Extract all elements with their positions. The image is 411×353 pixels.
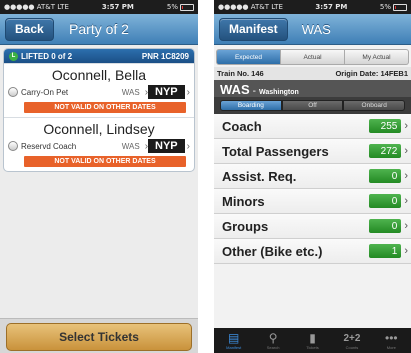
tab-tickets[interactable]: ▮ Tickets bbox=[293, 328, 332, 353]
more-icon: ••• bbox=[385, 330, 398, 345]
chevron-right-icon: › bbox=[404, 120, 408, 132]
tab-manifest[interactable]: ▤ Manifest bbox=[214, 328, 253, 353]
tab-boarding[interactable]: Boarding bbox=[220, 100, 282, 111]
stat-value-badge: 0 bbox=[369, 194, 402, 208]
tab-off[interactable]: Off bbox=[281, 100, 344, 111]
passenger-row[interactable]: Oconnell, Bella Carry-On Pet WAS › NYP ›… bbox=[4, 63, 194, 117]
warning-banner: NOT VALID ON OTHER DATES bbox=[24, 102, 186, 113]
tab-more[interactable]: ••• More bbox=[372, 328, 411, 353]
train-number: Train No. 146 bbox=[217, 69, 264, 78]
stat-row-coach[interactable]: Coach 255 › bbox=[214, 114, 411, 139]
pnr-label: PNR 1C8209 bbox=[141, 51, 189, 61]
chevron-right-icon: › bbox=[404, 245, 408, 257]
origin-date: Origin Date: 14FEB1 bbox=[335, 69, 408, 78]
warning-banner: NOT VALID ON OTHER DATES bbox=[24, 156, 186, 167]
bottom-toolbar: Select Tickets bbox=[0, 318, 198, 353]
stat-value-badge: 0 bbox=[369, 169, 402, 183]
nav-bar: Back Party of 2 bbox=[0, 14, 198, 45]
battery-icon bbox=[392, 3, 407, 11]
ticket-type: Carry-On Pet bbox=[21, 87, 69, 97]
plus-counts-icon: 2+2 bbox=[343, 332, 361, 344]
stat-value-badge: 255 bbox=[369, 119, 402, 133]
lifted-count: LIFTED 0 of 2 bbox=[21, 51, 73, 61]
train-info: Train No. 146 Origin Date: 14FEB1 bbox=[214, 67, 411, 80]
battery-percent: 5% bbox=[379, 3, 391, 11]
party-screen: ●●●●● AT&T LTE 3:57 PM 5% Back Party of … bbox=[0, 0, 198, 353]
stat-label: Groups bbox=[222, 218, 269, 234]
origin-station: WAS bbox=[121, 141, 140, 151]
chevron-right-icon: › bbox=[404, 170, 408, 182]
tab-label: Manifest bbox=[226, 344, 242, 350]
stat-value-badge: 1 bbox=[369, 244, 402, 258]
stat-label: Total Passengers bbox=[222, 143, 329, 159]
chevron-right-icon: › bbox=[404, 220, 408, 232]
chevron-right-icon: › bbox=[404, 145, 408, 157]
nav-bar: Manifest WAS bbox=[214, 14, 411, 45]
tab-expected[interactable]: Expected bbox=[216, 49, 281, 65]
card-header: L LIFTED 0 of 2 PNR 1C8209 bbox=[4, 49, 194, 63]
battery-indicator: 5% bbox=[380, 3, 407, 11]
passenger-row[interactable]: Oconnell, Lindsey Reservd Coach WAS › NY… bbox=[4, 117, 194, 171]
chevron-right-icon: › bbox=[404, 195, 408, 207]
stat-label: Other (Bike etc.) bbox=[222, 243, 323, 259]
boarding-segmented-control: Boarding Off Onboard bbox=[214, 97, 411, 114]
carrier-label: ●●●●● AT&T LTE bbox=[4, 3, 69, 11]
carrier-label: ●●●●● AT&T LTE bbox=[218, 3, 283, 11]
tab-label: Tickets bbox=[306, 344, 319, 350]
stat-label: Assist. Req. bbox=[222, 168, 297, 184]
station-code: WAS bbox=[220, 82, 250, 97]
status-bar: ●●●●● AT&T LTE 3:57 PM 5% bbox=[214, 0, 411, 14]
stat-row-other[interactable]: Other (Bike etc.) 1 › bbox=[214, 239, 411, 264]
station-name: Washington bbox=[258, 89, 299, 96]
party-card: L LIFTED 0 of 2 PNR 1C8209 Oconnell, Bel… bbox=[3, 48, 195, 172]
back-button[interactable]: Back bbox=[5, 17, 54, 41]
select-tickets-button[interactable]: Select Tickets bbox=[6, 323, 192, 351]
chevron-right-icon: › bbox=[186, 86, 190, 98]
stat-label: Coach bbox=[222, 118, 262, 134]
lifted-icon: L bbox=[9, 51, 18, 61]
tab-search[interactable]: ⚲ Search bbox=[253, 328, 292, 353]
select-radio[interactable] bbox=[8, 87, 18, 97]
tab-label: More bbox=[386, 344, 396, 350]
battery-indicator: 5% bbox=[167, 3, 194, 11]
chevron-right-icon: › bbox=[186, 140, 190, 152]
stat-row-minors[interactable]: Minors 0 › bbox=[214, 189, 411, 214]
tab-actual[interactable]: Actual bbox=[281, 49, 345, 65]
tab-bar: ▤ Manifest ⚲ Search ▮ Tickets 2+2 Counts… bbox=[214, 328, 411, 353]
tab-onboard[interactable]: Onboard bbox=[343, 100, 406, 111]
stat-value-badge: 272 bbox=[369, 144, 402, 158]
passenger-name: Oconnell, Bella bbox=[51, 67, 147, 83]
tab-label: Search bbox=[266, 344, 280, 350]
clock: 3:57 PM bbox=[101, 3, 134, 11]
station-header: WAS - Washington bbox=[214, 80, 411, 97]
stat-label: Minors bbox=[222, 193, 265, 209]
ticket-icon: ▮ bbox=[309, 330, 316, 345]
origin-station: WAS bbox=[121, 87, 140, 97]
list-icon: ▤ bbox=[228, 330, 240, 345]
status-bar: ●●●●● AT&T LTE 3:57 PM 5% bbox=[0, 0, 198, 14]
count-type-segmented-control: Expected Actual My Actual bbox=[216, 49, 409, 65]
stat-value-badge: 0 bbox=[369, 219, 402, 233]
tab-label: Counts bbox=[345, 344, 359, 350]
search-icon: ⚲ bbox=[268, 330, 278, 345]
stats-list: Coach 255 › Total Passengers 272 › Assis… bbox=[214, 114, 411, 264]
battery-icon bbox=[179, 3, 194, 11]
passenger-name: Oconnell, Lindsey bbox=[43, 121, 155, 137]
destination-station: NYP bbox=[148, 85, 185, 99]
destination-station: NYP bbox=[148, 139, 185, 153]
battery-percent: 5% bbox=[166, 3, 178, 11]
page-title: WAS bbox=[301, 21, 331, 37]
select-radio[interactable] bbox=[8, 141, 18, 151]
clock: 3:57 PM bbox=[315, 3, 348, 11]
stat-row-total-passengers[interactable]: Total Passengers 272 › bbox=[214, 139, 411, 164]
manifest-screen: ●●●●● AT&T LTE 3:57 PM 5% Manifest WAS E… bbox=[214, 0, 411, 353]
tab-counts[interactable]: 2+2 Counts bbox=[332, 328, 371, 353]
tab-my-actual[interactable]: My Actual bbox=[345, 49, 409, 65]
manifest-back-button[interactable]: Manifest bbox=[219, 17, 288, 41]
ticket-type: Reservd Coach bbox=[21, 141, 77, 151]
stat-row-groups[interactable]: Groups 0 › bbox=[214, 214, 411, 239]
stat-row-assist-req[interactable]: Assist. Req. 0 › bbox=[214, 164, 411, 189]
station-separator: - bbox=[252, 86, 256, 97]
